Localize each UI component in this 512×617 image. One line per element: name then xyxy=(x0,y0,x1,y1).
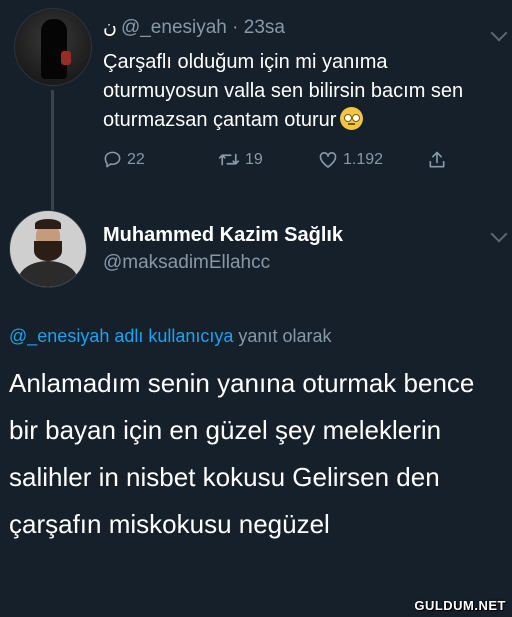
like-button[interactable]: 1.192 xyxy=(318,150,383,169)
retweet-icon xyxy=(218,153,240,166)
avatar[interactable] xyxy=(14,8,92,86)
tweet-text: Çarşaflı olduğum için mi yanıma oturmuyo… xyxy=(103,51,464,131)
share-button[interactable] xyxy=(427,150,447,170)
thread-line xyxy=(51,90,54,210)
author-handle[interactable]: @maksadimEllahcc xyxy=(103,252,270,274)
watermark: GULDUM.NET xyxy=(414,598,506,613)
author-handle-time: @_enesiyah · 23sa xyxy=(120,17,285,38)
like-count: 1.192 xyxy=(343,150,384,168)
avatar-bag xyxy=(61,51,71,65)
retweet-button[interactable]: 19 xyxy=(218,150,263,169)
reply-button[interactable]: 22 xyxy=(103,150,145,169)
tweet-author[interactable]: ن @_enesiyah · 23sa xyxy=(103,16,285,39)
eye-roll-emoji-icon xyxy=(340,107,364,130)
replying-to-link[interactable]: @_enesiyah adlı kullanıcıya xyxy=(9,326,233,346)
chevron-down-icon[interactable] xyxy=(490,225,508,243)
tweet-reply[interactable]: Muhammed Kazim Sağlık @maksadimEllahcc @… xyxy=(0,200,512,617)
tweet-text: Anlamadım senin yanına oturmak bence bir… xyxy=(9,368,475,539)
share-icon xyxy=(429,151,445,168)
author-name: ن xyxy=(103,17,117,38)
replying-to: @_enesiyah adlı kullanıcıya yanıt olarak xyxy=(9,326,331,347)
chevron-down-icon[interactable] xyxy=(490,24,508,42)
avatar-figure xyxy=(41,19,67,79)
replying-to-suffix: yanıt olarak xyxy=(238,326,332,346)
author-name[interactable]: Muhammed Kazim Sağlık xyxy=(103,224,343,247)
reply-count: 22 xyxy=(127,150,145,168)
tweet-original[interactable]: ن @_enesiyah · 23sa Çarşaflı olduğum için… xyxy=(0,0,512,210)
heart-icon xyxy=(319,152,337,168)
retweet-count: 19 xyxy=(245,150,263,168)
avatar[interactable] xyxy=(9,210,87,288)
reply-icon xyxy=(104,151,121,168)
